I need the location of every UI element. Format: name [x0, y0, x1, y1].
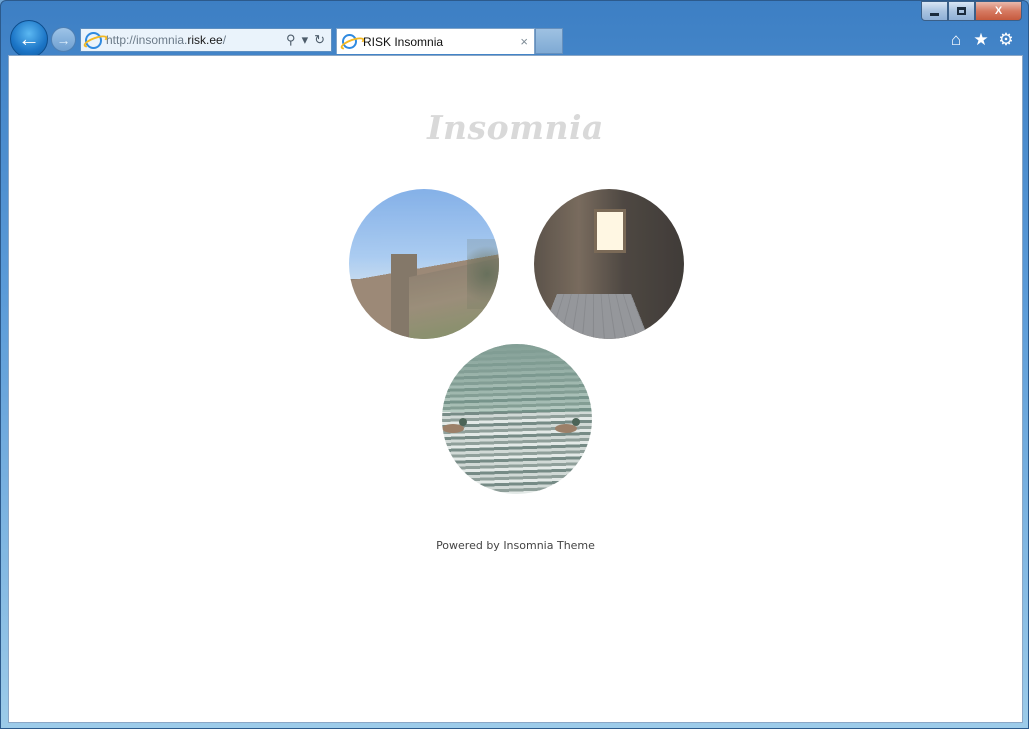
home-icon[interactable]: ⌂ — [948, 30, 964, 50]
corridor-photo-thumbnail[interactable] — [534, 189, 684, 339]
url-prefix: http://insomnia. — [106, 33, 188, 47]
maximize-icon — [957, 7, 966, 15]
page-content: Insomnia Powered by Insomnia Theme — [8, 55, 1023, 723]
forward-button[interactable]: → — [51, 27, 76, 52]
back-arrow-icon: ← — [18, 26, 40, 51]
minimize-button[interactable] — [921, 1, 948, 21]
refresh-icon[interactable]: ↻ — [314, 32, 325, 48]
url-suffix: / — [222, 33, 227, 47]
tree-shape — [467, 239, 499, 309]
ie-tab-icon — [342, 34, 357, 49]
footer-credit: Powered by Insomnia Theme — [436, 539, 595, 552]
castle-photo-thumbnail[interactable] — [349, 189, 499, 339]
tools-gear-icon[interactable]: ⚙ — [998, 30, 1014, 50]
close-window-button[interactable]: X — [975, 1, 1022, 21]
window-caption-buttons: X — [921, 1, 1022, 21]
ie-page-icon — [85, 31, 102, 49]
tab-close-icon[interactable]: × — [520, 34, 528, 49]
duck-shape — [555, 418, 580, 433]
ducks-lake-photo-thumbnail[interactable] — [442, 344, 592, 494]
corridor-window-shape — [594, 209, 626, 253]
forward-arrow-icon: → — [56, 31, 71, 48]
tab-title: RISK Insomnia — [363, 34, 444, 49]
minimize-icon — [930, 12, 939, 16]
address-url[interactable]: http://insomnia.risk.ee/ — [106, 33, 286, 47]
search-icon[interactable]: ⚲ — [286, 32, 296, 48]
maximize-button[interactable] — [948, 1, 975, 21]
toolbar-right-icons: ⌂ ★ ⚙ — [948, 30, 1014, 50]
new-tab-button[interactable] — [535, 28, 563, 54]
back-button[interactable]: ← — [10, 20, 48, 58]
tab-risk-insomnia[interactable]: RISK Insomnia × — [336, 28, 535, 54]
favorites-star-icon[interactable]: ★ — [973, 30, 989, 50]
dropdown-icon[interactable]: ▾ — [302, 32, 309, 48]
site-title[interactable]: Insomnia — [9, 108, 1022, 147]
corridor-floor-shape — [536, 293, 652, 339]
duck-shape — [442, 418, 467, 433]
address-bar[interactable]: http://insomnia.risk.ee/ ⚲ ▾ ↻ — [80, 28, 332, 52]
browser-window: X ← → http://insomnia.risk.ee/ ⚲ ▾ ↻ RIS… — [0, 0, 1029, 729]
url-domain: risk.ee — [187, 33, 223, 47]
